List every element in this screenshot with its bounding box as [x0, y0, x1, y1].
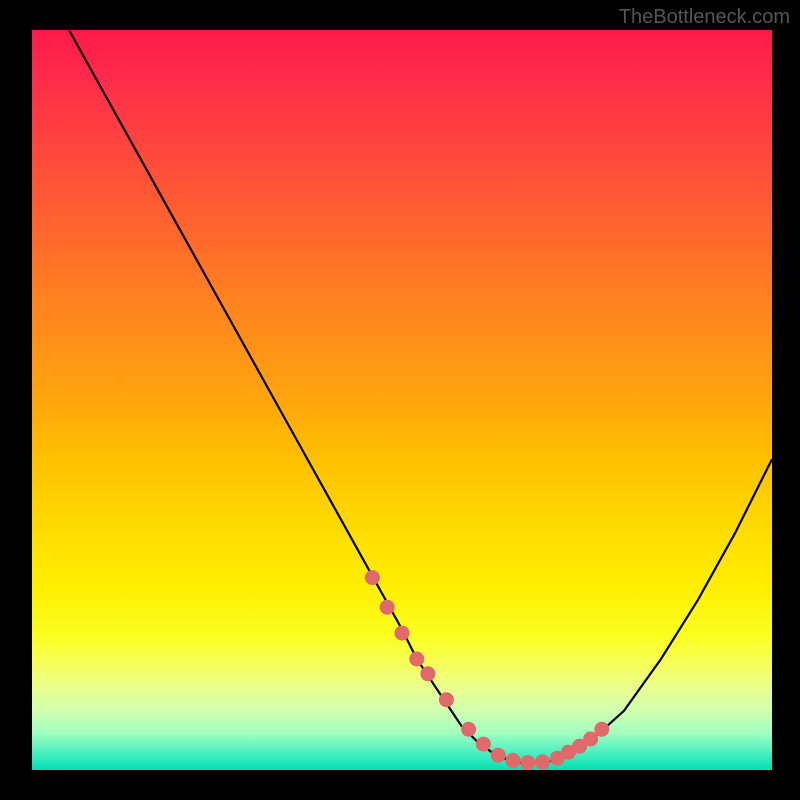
marker-point [461, 722, 476, 737]
marker-point [380, 600, 395, 615]
chart-overlay [32, 30, 772, 770]
marker-point [535, 754, 550, 769]
marker-point [520, 755, 535, 770]
marker-point [365, 570, 380, 585]
marker-group [365, 570, 609, 770]
marker-point [491, 748, 506, 763]
marker-point [395, 626, 410, 641]
marker-point [439, 692, 454, 707]
attribution-text: TheBottleneck.com [619, 6, 790, 29]
marker-point [476, 737, 491, 752]
marker-point [506, 753, 521, 768]
plot-area [32, 30, 772, 770]
marker-point [420, 666, 435, 681]
marker-point [409, 652, 424, 667]
marker-point [594, 722, 609, 737]
